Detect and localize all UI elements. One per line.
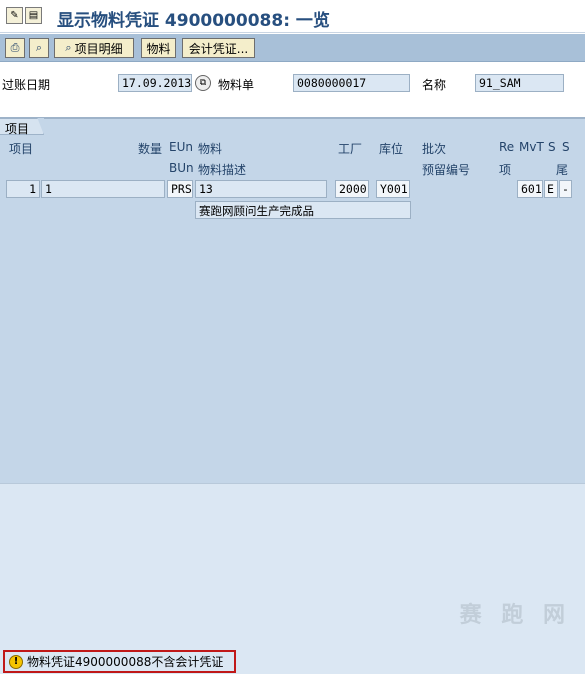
col-item-2[interactable]: 项 [499, 161, 511, 178]
col-batch[interactable]: 批次 [422, 140, 446, 157]
row-item-number[interactable]: 1 [6, 180, 40, 198]
col-bun[interactable]: BUn [169, 161, 194, 175]
tab-items[interactable]: 项目 [0, 118, 44, 135]
posting-date-label: 过账日期 [2, 78, 51, 92]
row-quantity[interactable]: 1 [41, 180, 165, 198]
col-re[interactable]: Re [499, 140, 514, 154]
col-s1[interactable]: S [548, 140, 556, 154]
col-plant[interactable]: 工厂 [338, 140, 362, 157]
material-slip-label: 物料单 [218, 78, 255, 92]
col-mvt[interactable]: MvT [519, 140, 544, 154]
col-s2[interactable]: S [562, 140, 570, 154]
row-mvt[interactable]: 601 [517, 180, 543, 198]
name-label: 名称 [422, 78, 447, 92]
accounting-doc-label: 会计凭证... [188, 41, 249, 56]
search-icon: ⌕ [35, 41, 43, 54]
material-label: 物料 [146, 41, 171, 56]
row-eun[interactable]: PRS [167, 180, 193, 198]
row-s1[interactable]: E [544, 180, 558, 198]
posting-date-field[interactable]: 17.09.2013 [118, 74, 192, 92]
tab-divider [44, 118, 585, 119]
col-storage-location[interactable]: 库位 [379, 140, 403, 157]
col-reservation[interactable]: 预留编号 [422, 161, 470, 178]
row-storage-location[interactable]: Y001 [376, 180, 410, 198]
row-material[interactable]: 13 [195, 180, 327, 198]
watermark: 赛 跑 网 [459, 603, 571, 628]
header-area: 过账日期 17.09.2013 ⧉ 物料单 0080000017 名称 91_S… [0, 63, 585, 115]
lower-area: 赛 跑 网 [0, 483, 585, 649]
find-button[interactable]: ⌕ [29, 38, 49, 58]
col-tail[interactable]: 尾 [556, 161, 568, 178]
status-message[interactable]: ! 物料凭证4900000088不含会计凭证 [3, 650, 236, 673]
printer-icon: ⎙ [10, 41, 20, 54]
status-bar: ! 物料凭证4900000088不含会计凭证 [0, 649, 585, 674]
popup-icon[interactable]: ⧉ [195, 75, 211, 91]
status-text: 物料凭证4900000088不含会计凭证 [27, 655, 224, 669]
title-bar: ✎ ▤ 显示物料凭证 4900000088: 一览 [0, 0, 585, 33]
material-slip-field[interactable]: 0080000017 [293, 74, 410, 92]
row-description[interactable]: 赛跑网顾问生产完成品 [195, 201, 411, 219]
display-change-icon[interactable]: ✎ [6, 7, 23, 24]
print-button[interactable]: ⎙ [5, 38, 25, 58]
items-panel: 项目 项目 数量 EUn 物料 工厂 库位 批次 Re MvT S S BUn … [0, 117, 585, 483]
col-material-description[interactable]: 物料描述 [198, 161, 246, 178]
title-icons: ✎ ▤ [6, 7, 42, 24]
warning-icon: ! [9, 654, 23, 669]
material-button[interactable]: 物料 [141, 38, 176, 58]
row-s2[interactable]: - [559, 180, 572, 198]
item-detail-button[interactable]: ⌕ 项目明细 [54, 38, 134, 58]
magnifier-icon: ⌕ [65, 41, 72, 54]
application-toolbar: ⎙ ⌕ ⌕ 项目明细 物料 会计凭证... [0, 34, 585, 62]
name-field[interactable]: 91_SAM [475, 74, 564, 92]
col-material[interactable]: 物料 [198, 140, 222, 157]
document-icon[interactable]: ▤ [25, 7, 42, 24]
col-eun[interactable]: EUn [169, 140, 193, 154]
col-item[interactable]: 项目 [9, 140, 33, 157]
accounting-doc-button[interactable]: 会计凭证... [182, 38, 255, 58]
row-plant[interactable]: 2000 [335, 180, 369, 198]
page-title: 显示物料凭证 4900000088: 一览 [57, 11, 330, 31]
col-quantity[interactable]: 数量 [138, 140, 162, 157]
item-detail-label: 项目明细 [74, 41, 123, 56]
